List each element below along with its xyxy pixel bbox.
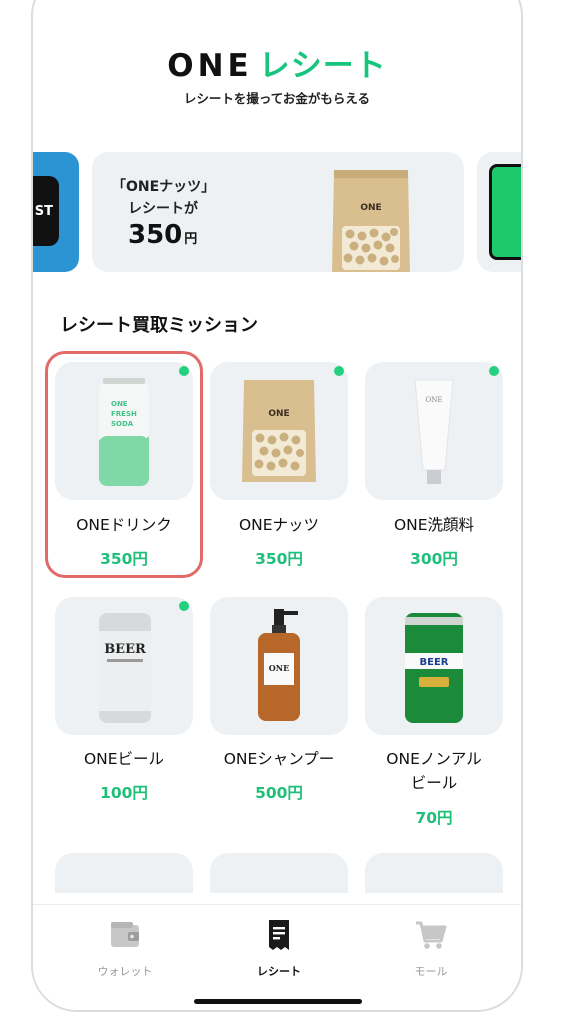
logo-brand: レシート [258, 48, 387, 84]
logo-one: ONE [167, 48, 253, 84]
mission-card-nuts[interactable]: ONE [210, 362, 348, 500]
tab-label: モール [414, 965, 448, 978]
app-logo: ONE レシート [33, 40, 521, 85]
svg-text:ONE: ONE [269, 663, 289, 673]
mission-price-shampoo: 500円 [255, 784, 303, 802]
banner-line1: 「ONEナッツ」 [112, 179, 216, 195]
tagline: レシートを撮ってお金がもらえる [183, 91, 371, 106]
banner-left-text: ST [33, 176, 59, 246]
mission-card-peek[interactable] [365, 853, 503, 893]
receipt-icon [269, 920, 289, 950]
tab-label: ウォレット [97, 965, 153, 978]
mission-name-nuts: ONEナッツ [238, 516, 320, 534]
mission-card-shampoo[interactable]: ONE [210, 597, 348, 735]
tab-wallet[interactable]: ウォレット [65, 917, 185, 979]
nuts-pouch-image: ONE [242, 380, 316, 482]
banner-amount: 350 円 [128, 220, 198, 250]
svg-text:BEER: BEER [420, 657, 449, 668]
mission-card-nonalcohol-beer[interactable]: BEER [365, 597, 503, 735]
mission-name-nonalcohol-beer: ONEノンアル ビール [386, 750, 482, 792]
mission-card-peek[interactable] [55, 853, 193, 893]
new-indicator-dot [334, 366, 344, 376]
section-title: レシート買取ミッション [60, 315, 258, 336]
nonalcohol-beer-can-image: BEER [405, 613, 463, 723]
mission-price-drink: 350円 [100, 550, 148, 568]
pouch-label: ONE [360, 203, 381, 213]
beer-can-image: BEER [99, 613, 151, 723]
mission-name-beer: ONEビール [83, 750, 165, 768]
wallet-icon [111, 922, 139, 947]
svg-text:BEER: BEER [104, 642, 146, 657]
svg-text:ONE: ONE [111, 400, 128, 408]
banner-right[interactable] [477, 152, 521, 272]
mission-name-face-wash: ONE洗顔料 [393, 516, 475, 534]
cart-icon [416, 921, 447, 949]
shampoo-bottle-image: ONE [258, 609, 300, 721]
new-indicator-dot [179, 601, 189, 611]
tab-mall[interactable]: モール [371, 917, 491, 979]
mission-price-face-wash: 300円 [410, 550, 458, 568]
mission-price-nonalcohol-beer: 70円 [415, 809, 453, 827]
new-indicator-dot [489, 366, 499, 376]
nuts-pouch-image: ONE [332, 170, 410, 272]
face-wash-tube-image: ONE [414, 379, 454, 484]
svg-text:SODA: SODA [111, 420, 134, 428]
svg-text:ONE: ONE [426, 396, 443, 404]
mission-name-shampoo: ONEシャンプー [223, 750, 335, 768]
tab-label: レシート [257, 965, 301, 978]
soda-can-image: ONE FRESH SODA [99, 378, 149, 486]
phone-frame: ONE レシート レシートを撮ってお金がもらえる ST 「ONEナッツ」 レシート… [31, 0, 523, 1012]
banner-left[interactable]: ST [33, 152, 79, 272]
new-indicator-dot [179, 366, 189, 376]
banner-one-nuts[interactable]: 「ONEナッツ」 レシートが 350 円 ONE [92, 152, 464, 272]
mission-card-face-wash[interactable]: ONE [365, 362, 503, 500]
home-indicator[interactable] [194, 999, 362, 1004]
mission-card-beer[interactable]: BEER [55, 597, 193, 735]
mission-card-peek[interactable] [210, 853, 348, 893]
mission-price-nuts: 350円 [255, 550, 303, 568]
svg-text:ONE: ONE [268, 409, 289, 419]
svg-text:FRESH: FRESH [111, 410, 137, 418]
mission-price-beer: 100円 [100, 784, 148, 802]
mission-card-drink[interactable]: ONE FRESH SODA [55, 362, 193, 500]
bottom-tab-bar: ウォレット レシート モール [33, 904, 521, 1010]
banner-line2: レシートが [128, 201, 198, 217]
mission-name-drink: ONEドリンク [76, 516, 172, 534]
banner-carousel[interactable]: ST 「ONEナッツ」 レシートが 350 円 ONE [33, 152, 521, 274]
banner-right-art [489, 164, 521, 260]
tab-receipt[interactable]: レシート [219, 917, 339, 979]
